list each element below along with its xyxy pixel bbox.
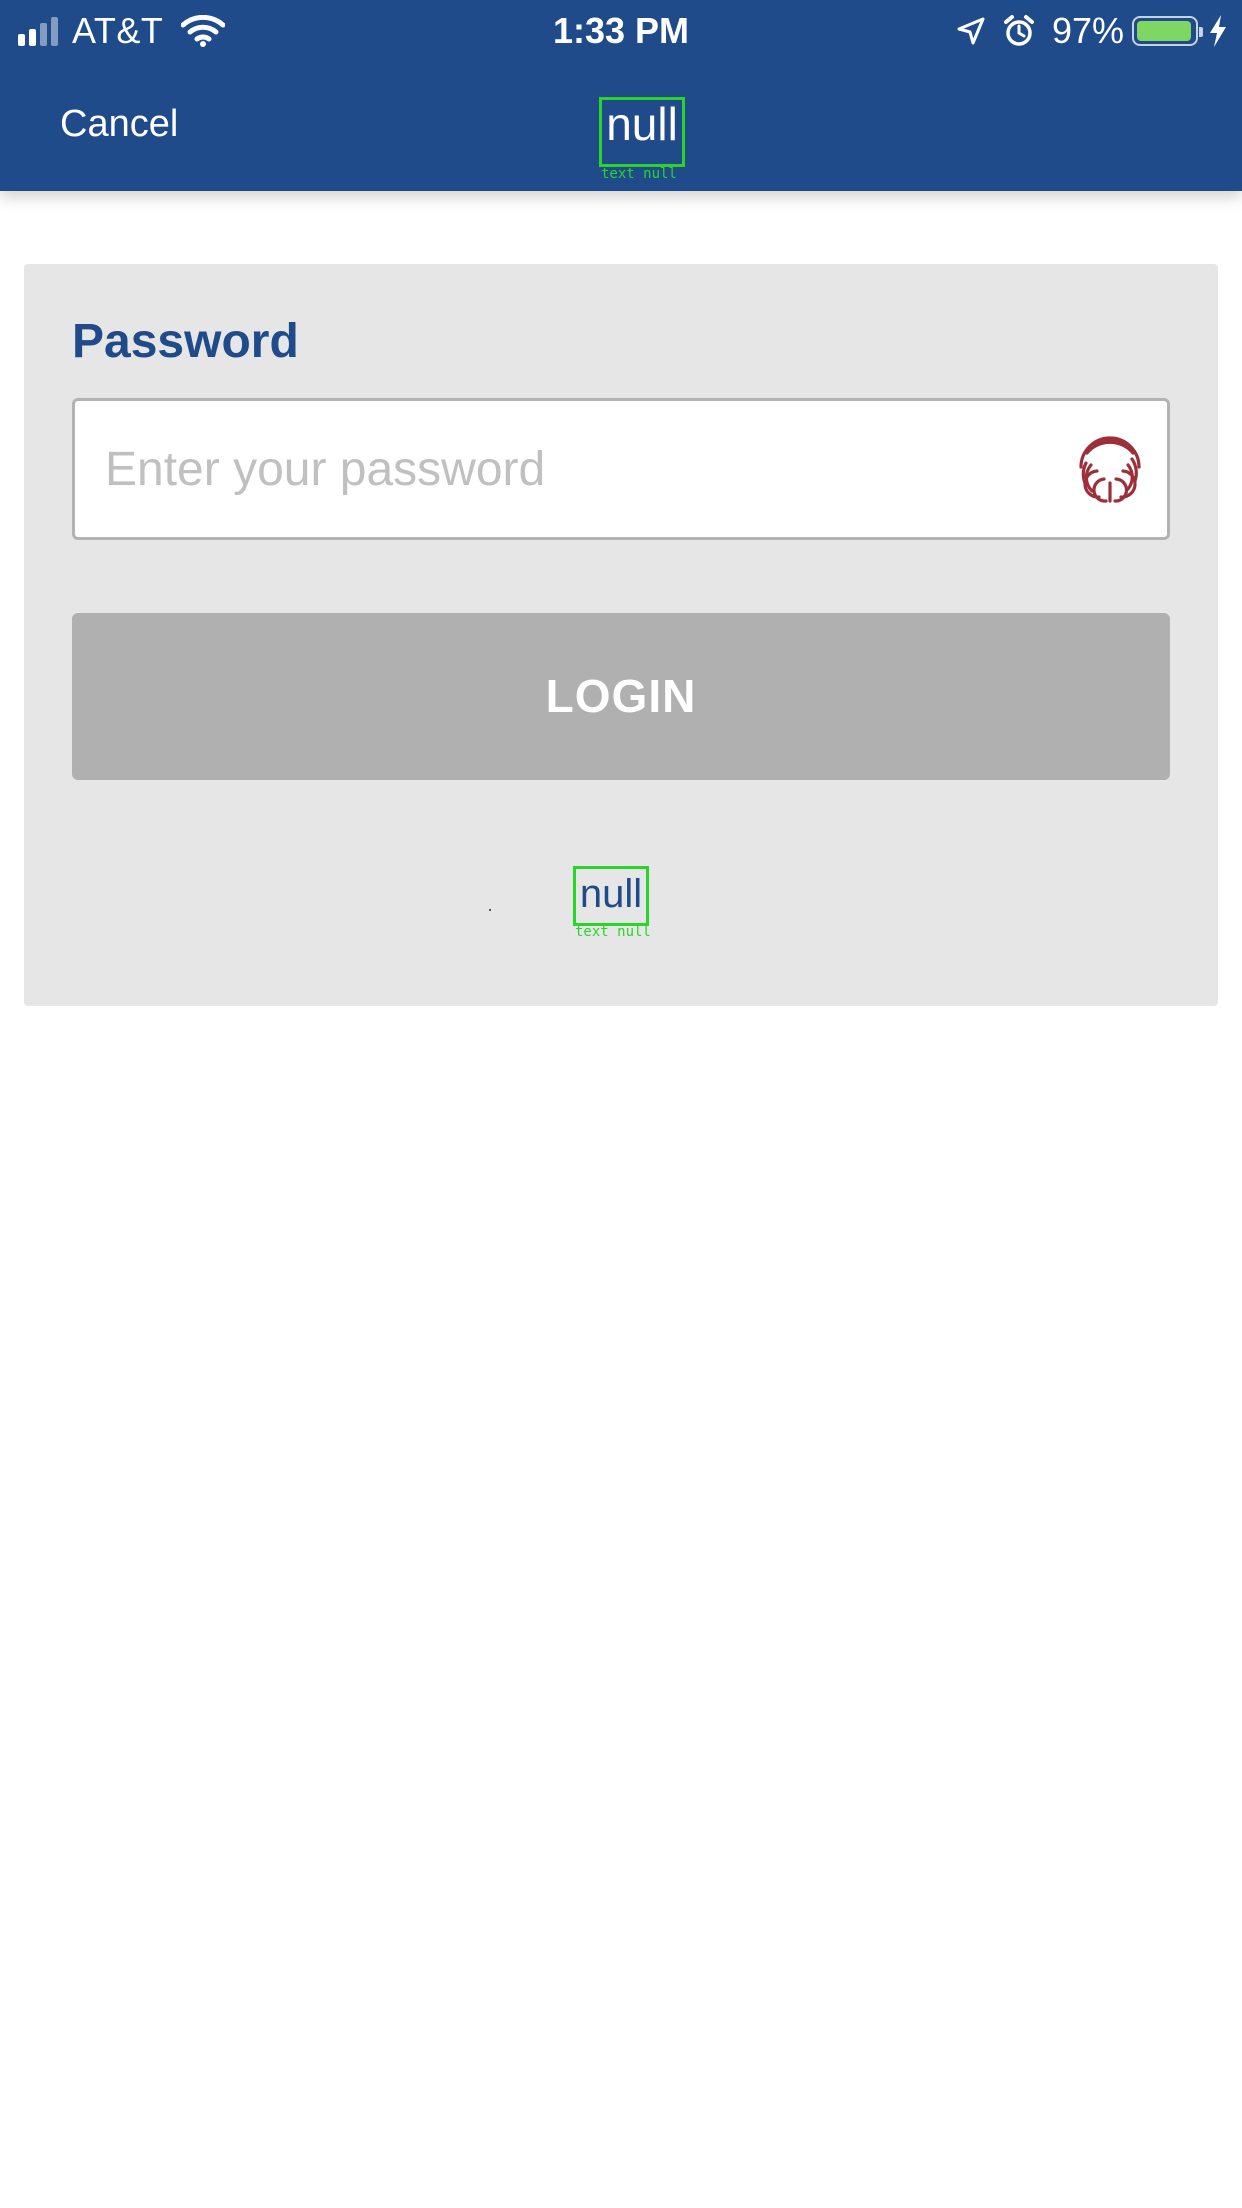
battery-percent: 97%: [1051, 10, 1124, 51]
footer-debug-tag: text null: [575, 924, 651, 940]
login-card: Password LOGIN null text null: [24, 264, 1218, 1006]
cancel-button[interactable]: Cancel: [60, 102, 178, 146]
status-bar: AT&T 1:33 PM 97%: [0, 0, 1242, 62]
title-debug-tag: text null: [601, 166, 677, 182]
password-input[interactable]: [75, 401, 1035, 537]
fingerprint-icon[interactable]: [1075, 433, 1145, 505]
navigation-bar: Cancel null text null: [0, 62, 1242, 191]
footer-link[interactable]: null: [573, 866, 649, 926]
battery-level-fill: [1137, 21, 1191, 41]
login-button[interactable]: LOGIN: [72, 613, 1170, 780]
charging-bolt-icon: [1210, 15, 1226, 47]
alarm-icon: [1003, 15, 1034, 46]
status-bar-right: 97%: [940, 10, 1228, 52]
password-label: Password: [72, 315, 299, 368]
stray-dot: [489, 909, 491, 911]
location-arrow-icon: [957, 17, 985, 45]
app-header: AT&T 1:33 PM 97% Cancel null text null: [0, 0, 1242, 191]
password-field: [72, 398, 1170, 540]
page-title: null: [599, 97, 685, 167]
battery-icon: [1132, 16, 1203, 46]
